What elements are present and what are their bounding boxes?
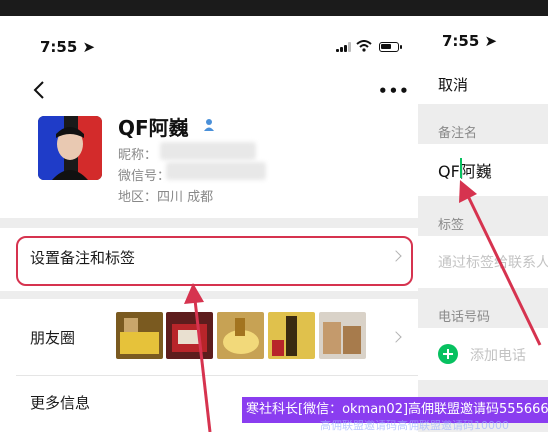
annotation-arrows: [184, 180, 542, 432]
arrow-head-left: [184, 283, 204, 304]
arrow-head-right: [459, 180, 477, 203]
arrow-to-remark-row: [193, 299, 212, 432]
watermark-subtext: 高佣联盟邀请码高佣联盟邀请码10000: [320, 420, 509, 432]
arrow-to-remark-input: [466, 195, 542, 346]
